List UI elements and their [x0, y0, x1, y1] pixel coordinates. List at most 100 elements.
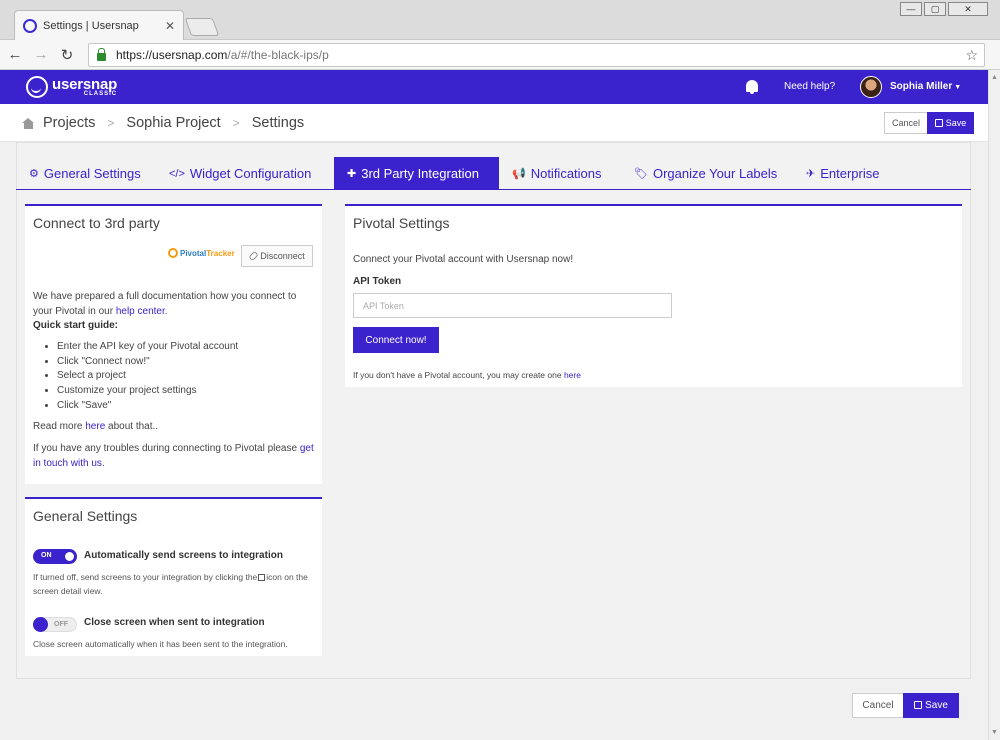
breadcrumb-bar: Projects > Sophia Project > Settings Can…: [0, 104, 988, 142]
list-item: Customize your project settings: [57, 384, 315, 399]
reload-icon[interactable]: ↻: [56, 46, 78, 64]
breadcrumb-project[interactable]: Sophia Project: [126, 115, 220, 131]
address-bar[interactable]: https://usersnap.com/a/#/the-black-ips/p…: [88, 43, 985, 67]
toggle-state: ON: [41, 552, 52, 559]
auto-send-desc-1: If turned off, send screens to your inte…: [33, 572, 258, 582]
api-token-input[interactable]: [353, 293, 672, 318]
floppy-disk-icon: [934, 119, 943, 127]
disconnect-button[interactable]: Disconnect: [241, 245, 313, 267]
url-path: /a/#/the-black-ips/p: [227, 48, 329, 62]
new-tab-button[interactable]: [184, 18, 220, 36]
tab-widget-configuration[interactable]: </> Widget Configuration: [156, 157, 334, 190]
general-settings-panel: General Settings ON Automatically send s…: [25, 497, 322, 656]
trouble-text-end: .: [101, 457, 105, 469]
logo-tracker: Tracker: [206, 248, 235, 258]
read-more-text: Read more here about that..: [33, 420, 318, 435]
list-item: Click "Save": [57, 399, 315, 414]
caret-down-icon: ▼: [954, 84, 962, 91]
save-button[interactable]: Save: [927, 112, 974, 134]
close-window-icon[interactable]: ✕: [948, 2, 988, 16]
avatar[interactable]: [860, 76, 882, 98]
cancel-button[interactable]: Cancel: [884, 112, 928, 134]
pivotal-tracker-icon: [168, 248, 178, 258]
breadcrumb-separator: >: [232, 116, 240, 130]
pivotal-footer-text: If you don't have a Pivotal account, you…: [353, 370, 564, 380]
bell-icon[interactable]: [746, 80, 758, 94]
forward-arrow-icon[interactable]: →: [30, 46, 52, 63]
help-center-link[interactable]: help center: [116, 306, 165, 317]
back-arrow-icon[interactable]: ←: [4, 46, 26, 63]
save-label: Save: [925, 700, 948, 711]
auto-send-toggle[interactable]: ON: [33, 549, 77, 564]
browser-tab[interactable]: Settings | Usersnap ✕: [14, 10, 184, 40]
breadcrumb: Projects > Sophia Project > Settings: [22, 115, 304, 131]
usersnap-logo[interactable]: usersnap CLASSIC: [26, 76, 117, 98]
tab-label: Widget Configuration: [189, 166, 312, 181]
scroll-up-icon[interactable]: ▲: [991, 74, 998, 81]
unlink-icon: [248, 250, 260, 262]
breadcrumb-projects[interactable]: Projects: [43, 115, 95, 131]
window-controls: — ▢ ✕: [900, 2, 988, 16]
quick-start-list: Enter the API key of your Pivotal accoun…: [25, 340, 315, 414]
page-scrollbar[interactable]: ▲ ▼: [988, 70, 1000, 740]
read-more-2: about that..: [105, 421, 159, 432]
read-more-link[interactable]: here: [85, 421, 105, 432]
tab-notifications[interactable]: 📢 Notifications: [499, 157, 621, 190]
lock-icon: [97, 47, 106, 61]
save-button-bottom[interactable]: Save: [903, 693, 959, 718]
toggle-state: OFF: [54, 621, 68, 628]
pivotal-footer: If you don't have a Pivotal account, you…: [353, 368, 581, 383]
pivotal-intro: Connect your Pivotal account with Usersn…: [353, 254, 574, 265]
quick-start-title: Quick start guide:: [33, 320, 119, 331]
tab-organize-your-labels[interactable]: 🏷 Organize Your Labels: [621, 157, 793, 190]
list-item: Enter the API key of your Pivotal accoun…: [57, 340, 315, 355]
external-link-icon: [258, 574, 266, 581]
toggle-knob: [63, 550, 76, 563]
connect-panel: Connect to 3rd party Pivotal Tracker Disc…: [25, 204, 322, 484]
tab-enterprise[interactable]: ✈ Enterprise: [793, 157, 893, 190]
bullhorn-icon: 📢: [512, 168, 526, 180]
breadcrumb-separator: >: [107, 116, 115, 130]
connect-now-button[interactable]: Connect now!: [353, 327, 439, 353]
browser-tab-title: Settings | Usersnap: [43, 19, 139, 32]
gear-icon: ⚙: [29, 168, 39, 180]
maximize-icon[interactable]: ▢: [924, 2, 946, 16]
code-icon: </>: [169, 167, 185, 180]
browser-tab-strip: Settings | Usersnap ✕ — ▢ ✕: [0, 0, 1000, 40]
tab-label: General Settings: [43, 166, 141, 181]
minimize-icon[interactable]: —: [900, 2, 922, 16]
browser-toolbar: ← → ↻ https://usersnap.com/a/#/the-black…: [0, 40, 1000, 70]
user-name: Sophia Miller: [890, 81, 953, 92]
cancel-button-bottom[interactable]: Cancel: [852, 693, 904, 718]
api-token-label: API Token: [353, 276, 402, 287]
close-tab-icon[interactable]: ✕: [165, 19, 175, 33]
settings-tabs: ⚙ General Settings </> Widget Configuratio…: [16, 157, 971, 190]
logo-pivotal: Pivotal: [180, 248, 207, 258]
url-host: https://usersnap.com: [116, 48, 228, 62]
tab-label: Enterprise: [820, 166, 880, 181]
scroll-down-icon[interactable]: ▼: [991, 729, 998, 736]
pivotal-settings-title: Pivotal Settings: [353, 215, 450, 231]
pivotal-settings-panel: Pivotal Settings Connect your Pivotal ac…: [345, 204, 962, 387]
auto-send-description: If turned off, send screens to your inte…: [33, 570, 313, 598]
close-screen-description: Close screen automatically when it has b…: [33, 639, 288, 649]
create-account-link[interactable]: here: [564, 370, 581, 380]
home-icon[interactable]: [22, 117, 35, 129]
list-item: Select a project: [57, 369, 315, 384]
trouble-text-body: If you have any troubles during connecti…: [33, 443, 300, 454]
need-help-link[interactable]: Need help?: [784, 81, 835, 92]
user-menu[interactable]: Sophia Miller ▼: [890, 81, 961, 92]
trouble-text: If you have any troubles during connecti…: [33, 442, 318, 471]
bookmark-star-icon[interactable]: ☆: [965, 47, 978, 64]
pivotal-tracker-logo: Pivotal Tracker: [168, 248, 235, 258]
plane-icon: ✈: [806, 168, 816, 180]
tab-label: Organize Your Labels: [652, 166, 778, 181]
connect-panel-title: Connect to 3rd party: [33, 215, 160, 231]
usersnap-favicon-icon: [23, 18, 37, 33]
app-header: usersnap CLASSIC Need help? Sophia Mille…: [0, 70, 988, 104]
save-label: Save: [945, 118, 967, 128]
tab-general-settings[interactable]: ⚙ General Settings: [16, 157, 156, 190]
tab-3rd-party-integration[interactable]: ✚ 3rd Party Integration: [334, 157, 499, 190]
close-screen-toggle[interactable]: OFF: [33, 617, 77, 632]
floppy-disk-icon: [914, 701, 923, 709]
